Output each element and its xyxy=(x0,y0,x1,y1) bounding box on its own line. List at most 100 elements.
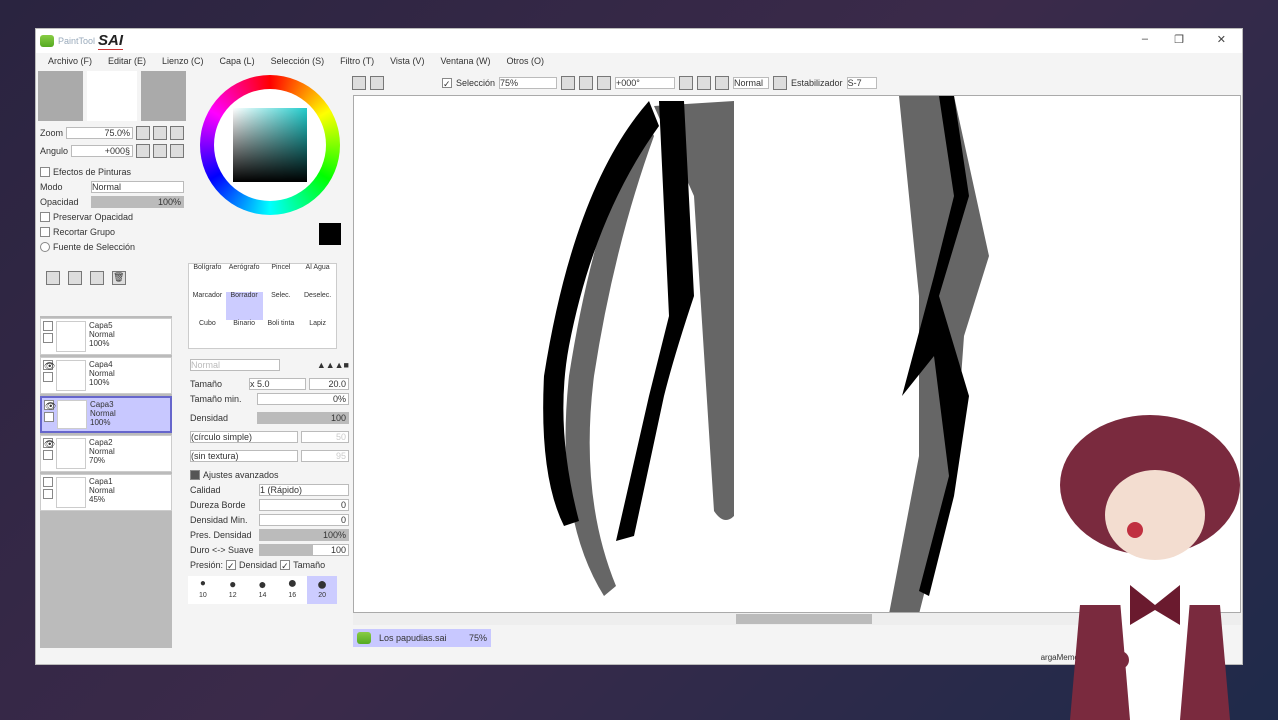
zoom-reset-button[interactable] xyxy=(170,125,184,140)
selection-checkbox[interactable]: ✓ xyxy=(442,78,452,89)
brush-preset[interactable]: ● 20 xyxy=(307,575,337,604)
brush-preset[interactable]: ● 14 xyxy=(248,576,278,604)
layer-item[interactable]: Capa1 Normal 45% xyxy=(40,474,172,511)
menu-item[interactable]: Lienzo (C) xyxy=(162,56,204,66)
angle-slider[interactable]: +000§ xyxy=(71,144,133,157)
visibility-eye-icon[interactable]: 👁 xyxy=(44,400,56,411)
rotate-right-button[interactable] xyxy=(153,143,167,158)
layer-item[interactable]: 👁 Capa3 Normal 100% xyxy=(40,396,172,433)
tool-11[interactable]: Lapiz xyxy=(299,320,336,348)
quality-select[interactable]: 1 (Rápido) xyxy=(259,483,349,496)
rotate-reset-button[interactable] xyxy=(170,143,184,158)
layer-item[interactable]: Capa5 Normal 100% xyxy=(40,318,172,355)
menu-item[interactable]: Selección (S) xyxy=(271,56,325,66)
color-square[interactable] xyxy=(232,108,307,182)
foreground-color-swatch[interactable] xyxy=(319,223,341,245)
brush-shape-select[interactable]: (círculo simple) xyxy=(190,430,298,443)
menu-item[interactable]: Archivo (F) xyxy=(48,56,92,66)
press-density[interactable]: 100% xyxy=(259,528,349,541)
tool-6[interactable]: Selec. xyxy=(263,292,300,320)
zoom-out-icon[interactable] xyxy=(561,76,576,90)
tool-10[interactable]: Boli tinta xyxy=(263,320,300,348)
preserve-opacity-checkbox[interactable] xyxy=(40,211,50,222)
scrollbar-thumb[interactable] xyxy=(736,614,872,624)
size-value[interactable]: 20.0 xyxy=(309,377,349,390)
visibility-eye-icon[interactable]: 👁 xyxy=(43,438,55,449)
new-vector-layer-icon[interactable] xyxy=(68,271,82,285)
size-multiplier[interactable]: x 5.0 xyxy=(249,377,306,390)
zoom-select[interactable]: 75% xyxy=(499,77,558,89)
tool-1[interactable]: Aerógrafo xyxy=(226,264,263,292)
menu-item[interactable]: Vista (V) xyxy=(390,56,424,66)
zoom-in-icon[interactable] xyxy=(579,76,594,90)
new-layer-icon[interactable] xyxy=(46,271,60,285)
rotate-left-icon[interactable] xyxy=(679,76,694,90)
angle-label: Angulo xyxy=(40,145,69,156)
menu-item[interactable]: Ventana (W) xyxy=(440,56,490,66)
tool-2[interactable]: Pincel xyxy=(263,264,300,292)
lock-icon[interactable] xyxy=(43,372,53,382)
flip-icon[interactable] xyxy=(773,76,788,90)
menu-item[interactable]: Capa (L) xyxy=(220,56,255,66)
tool-8[interactable]: Cubo xyxy=(189,320,226,348)
rotate-left-button[interactable] xyxy=(136,143,150,158)
brush-preset[interactable]: ● 10 xyxy=(188,576,218,604)
texture-strength[interactable]: 95 xyxy=(301,449,349,462)
undo-button[interactable] xyxy=(352,76,366,90)
advanced-toggle[interactable] xyxy=(190,469,200,480)
hard-soft-slider[interactable]: 100 xyxy=(259,543,349,556)
menu-item[interactable]: Filtro (T) xyxy=(340,56,374,66)
brush-preset[interactable]: ● 16 xyxy=(277,576,307,604)
tool-7[interactable]: Deselec. xyxy=(299,292,336,320)
close-button[interactable]: ✕ xyxy=(1217,33,1226,46)
zoom-out-button[interactable] xyxy=(136,125,150,140)
zoom-slider[interactable]: 75.0% xyxy=(66,126,133,139)
minimize-button[interactable]: – xyxy=(1142,33,1148,45)
rotate-right-icon[interactable] xyxy=(697,76,712,90)
brush-texture-select[interactable]: (sin textura) xyxy=(190,449,298,462)
lock-icon[interactable] xyxy=(43,333,53,343)
delete-layer-icon[interactable]: 🗑 xyxy=(112,271,126,285)
layer-item[interactable]: 👁 Capa4 Normal 100% xyxy=(40,357,172,394)
brush-blend-select[interactable]: Normal xyxy=(190,358,280,371)
min-density[interactable]: 0 xyxy=(259,513,349,526)
document-tab[interactable]: Los papudias.sai 75% xyxy=(353,629,491,647)
shape-strength[interactable]: 50 xyxy=(301,430,349,443)
stabilizer-select[interactable]: S-7 xyxy=(846,77,877,89)
visibility-eye-icon[interactable] xyxy=(43,477,53,487)
rotate-reset-icon[interactable] xyxy=(715,76,730,90)
visibility-eye-icon[interactable]: 👁 xyxy=(43,360,55,371)
density-slider[interactable]: 100 xyxy=(257,411,349,424)
lock-icon[interactable] xyxy=(44,412,54,422)
selection-source-radio[interactable] xyxy=(40,241,50,252)
pressure-size-checkbox[interactable]: ✓ xyxy=(280,559,291,571)
paint-effects-toggle[interactable] xyxy=(40,166,50,177)
app-title-small: PaintTool xyxy=(58,36,96,46)
restore-button[interactable]: ❐ xyxy=(1174,33,1184,46)
view-mode-select[interactable]: Normal xyxy=(733,77,770,89)
pressure-density-checkbox[interactable]: ✓ xyxy=(226,559,237,571)
edge-hardness[interactable]: 0 xyxy=(259,498,349,511)
lock-icon[interactable] xyxy=(43,489,53,499)
clip-group-checkbox[interactable] xyxy=(40,226,50,237)
opacity-slider[interactable]: 100% xyxy=(91,195,184,208)
min-size-slider[interactable]: 0% xyxy=(257,392,349,405)
new-folder-icon[interactable] xyxy=(90,271,104,285)
menu-item[interactable]: Editar (E) xyxy=(108,56,146,66)
zoom-fit-icon[interactable] xyxy=(597,76,612,90)
tool-5[interactable]: Borrador xyxy=(225,292,263,320)
menu-item[interactable]: Otros (O) xyxy=(506,56,544,66)
zoom-in-button[interactable] xyxy=(153,125,167,140)
angle-select[interactable]: +000° xyxy=(615,77,676,89)
mode-select[interactable]: Normal xyxy=(91,180,184,193)
lock-icon[interactable] xyxy=(43,450,53,460)
redo-button[interactable] xyxy=(370,76,384,90)
tool-3[interactable]: Al Agua xyxy=(299,264,336,292)
layer-item[interactable]: 👁 Capa2 Normal 70% xyxy=(40,435,172,472)
tool-4[interactable]: Marcador xyxy=(189,292,226,320)
brush-preset[interactable]: ● 12 xyxy=(218,576,248,604)
tool-9[interactable]: Binario xyxy=(226,320,263,348)
tool-0[interactable]: Bolígrafo xyxy=(189,264,226,292)
color-wheel[interactable] xyxy=(199,75,340,215)
visibility-eye-icon[interactable] xyxy=(43,321,53,331)
